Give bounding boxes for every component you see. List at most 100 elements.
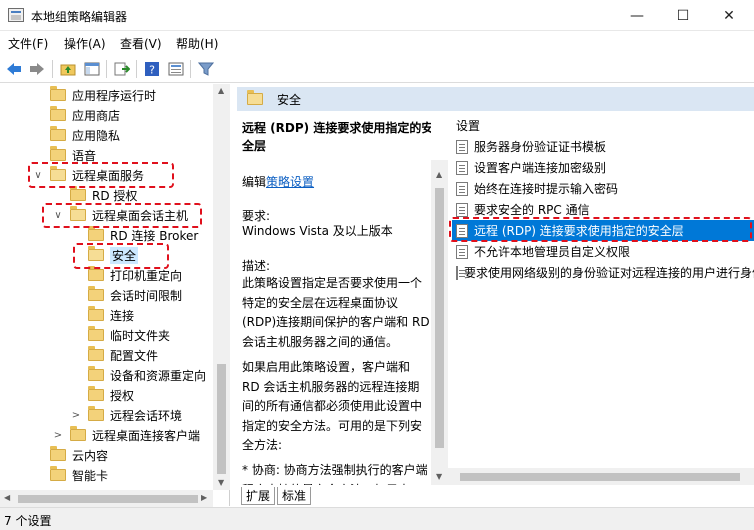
folder-icon: [88, 286, 104, 301]
edit-policy-link[interactable]: 策略设置: [266, 175, 314, 189]
collapse-chevron-icon[interactable]: ∨: [52, 210, 64, 221]
scroll-right-icon[interactable]: ▶: [201, 493, 207, 502]
tree-item-licensing[interactable]: 授权: [88, 385, 134, 405]
scroll-thumb[interactable]: [217, 364, 226, 474]
description-text-3: * 协商: 协商方法强制执行的客户端程序支持的最安全方法。如果支: [242, 463, 428, 485]
tree-item-rd-connection-client[interactable]: > 远程桌面连接客户端: [52, 425, 200, 445]
tree-item-security[interactable]: 安全: [88, 245, 139, 265]
tree-pane: 应用程序运行时 应用商店 应用隐私 语音 ∨ 远程桌面服务 RD 授权 ∨ 远程桌面…: [0, 84, 230, 506]
policy-editor-app-icon: [8, 8, 24, 22]
title-bar: 本地组策略编辑器 — ☐ ✕: [0, 0, 754, 31]
folder-icon: [88, 406, 104, 421]
help-button[interactable]: ?: [142, 59, 162, 79]
scroll-thumb[interactable]: [18, 495, 198, 503]
forward-icon: [30, 63, 44, 75]
policy-setting-icon: [456, 265, 465, 280]
scroll-thumb[interactable]: [460, 473, 740, 481]
folder-open-icon: [88, 246, 104, 261]
tree-item-smart-card[interactable]: 智能卡: [50, 465, 108, 485]
setting-row[interactable]: 要求使用网络级别的身份验证对远程连接的用户进行身份验证: [452, 262, 754, 283]
scroll-left-icon[interactable]: ◀: [4, 493, 10, 502]
setting-row[interactable]: 设置客户端连接加密级别: [452, 157, 754, 178]
policy-setting-icon: [456, 244, 468, 259]
folder-icon: [50, 146, 66, 161]
tree-item-speech[interactable]: 语音: [50, 145, 96, 165]
tree-item-app-privacy[interactable]: 应用隐私: [50, 125, 120, 145]
folder-icon: [88, 306, 104, 321]
scroll-down-icon[interactable]: ▼: [218, 478, 224, 487]
back-button[interactable]: [4, 59, 24, 79]
filter-icon: [198, 62, 214, 76]
requirements-value: Windows Vista 及以上版本: [242, 224, 393, 238]
view-tabs: 扩展 标准: [237, 485, 754, 506]
tab-extended[interactable]: 扩展: [241, 487, 276, 505]
scroll-thumb[interactable]: [435, 188, 444, 448]
tab-standard[interactable]: 标准: [277, 487, 312, 505]
tree-item-device-resource-redirection[interactable]: 设备和资源重定向: [88, 365, 206, 385]
menu-view[interactable]: 查看(V): [120, 35, 162, 52]
policy-title: 远程 (RDP) 连接要求使用指定的安全层: [242, 121, 431, 153]
collapse-chevron-icon[interactable]: ∨: [32, 170, 44, 181]
tree-item-session-time-limits[interactable]: 会话时间限制: [88, 285, 182, 305]
tree-item-rd-licensing[interactable]: RD 授权: [70, 185, 137, 205]
window-title: 本地组策略编辑器: [31, 10, 128, 24]
up-folder-button[interactable]: [58, 59, 78, 79]
svg-text:?: ?: [149, 64, 155, 77]
minimize-icon: —: [630, 7, 644, 24]
tree-item-app-runtime[interactable]: 应用程序运行时: [50, 85, 156, 105]
forward-button[interactable]: [27, 59, 47, 79]
tree-vertical-scrollbar[interactable]: ▲ ▼: [213, 84, 230, 490]
folder-open-icon: [50, 166, 66, 181]
settings-horizontal-scrollbar[interactable]: [448, 468, 754, 485]
properties-button[interactable]: [166, 59, 186, 79]
tree-item-rd-connection-broker[interactable]: RD 连接 Broker: [88, 225, 198, 245]
settings-pane: 设置 服务器身份验证证书模板 设置客户端连接加密级别 始终在连接时提示输入密码 …: [448, 111, 754, 490]
scroll-down-icon[interactable]: ▼: [436, 472, 442, 481]
up-folder-icon: [60, 64, 76, 76]
expand-chevron-icon[interactable]: >: [70, 410, 82, 421]
status-text: 7 个设置: [4, 514, 52, 528]
tree-item-app-store[interactable]: 应用商店: [50, 105, 120, 125]
maximize-button[interactable]: ☐: [660, 0, 706, 31]
setting-row[interactable]: 不允许本地管理员自定义权限: [452, 241, 754, 262]
expand-chevron-icon[interactable]: >: [52, 430, 64, 441]
description-text: 此策略设置指定是否要求使用一个特定的安全层在远程桌面协议(RDP)连接期间保护的…: [242, 276, 430, 349]
tree-item-remote-desktop-services[interactable]: ∨ 远程桌面服务: [32, 165, 144, 185]
tree-item-connections[interactable]: 连接: [88, 305, 134, 325]
menu-help[interactable]: 帮助(H): [176, 35, 218, 52]
scroll-up-icon[interactable]: ▲: [218, 86, 224, 95]
properties-icon: [168, 62, 184, 76]
menu-action[interactable]: 操作(A): [64, 35, 106, 52]
settings-column-header[interactable]: 设置: [456, 117, 480, 134]
tree-item-printer-redirection[interactable]: 打印机重定向: [88, 265, 182, 285]
scroll-up-icon[interactable]: ▲: [436, 170, 442, 179]
setting-row[interactable]: 服务器身份验证证书模板: [452, 136, 754, 157]
folder-icon: [88, 266, 104, 281]
filter-button[interactable]: [196, 59, 216, 79]
minimize-button[interactable]: —: [614, 0, 660, 31]
tree-item-temp-folders[interactable]: 临时文件夹: [88, 325, 170, 345]
menu-file[interactable]: 文件(F): [8, 35, 48, 52]
setting-row[interactable]: 要求安全的 RPC 通信: [452, 199, 754, 220]
description-vertical-scrollbar[interactable]: ▲ ▼: [431, 160, 448, 485]
close-button[interactable]: ✕: [706, 0, 752, 31]
tree-horizontal-scrollbar[interactable]: ◀ ▶: [0, 490, 213, 507]
setting-row-selected[interactable]: 远程 (RDP) 连接要求使用指定的安全层: [452, 220, 754, 241]
toolbar: ?: [0, 54, 754, 83]
folder-open-icon: [70, 206, 86, 221]
tree-item-cloud-content[interactable]: 云内容: [50, 445, 108, 465]
show-hide-tree-icon: [84, 62, 100, 76]
folder-icon: [88, 346, 104, 361]
tree-item-rd-session-host[interactable]: ∨ 远程桌面会话主机: [52, 205, 188, 225]
tree-item-remote-session-environment[interactable]: > 远程会话环境: [70, 405, 182, 425]
show-hide-tree-button[interactable]: [82, 59, 102, 79]
setting-row[interactable]: 始终在连接时提示输入密码: [452, 178, 754, 199]
folder-icon: [50, 466, 66, 481]
description-pane: 远程 (RDP) 连接要求使用指定的安全层 编辑策略设置 要求: Windows…: [237, 111, 431, 485]
maximize-icon: ☐: [676, 7, 690, 24]
export-list-button[interactable]: [112, 59, 132, 79]
policy-setting-icon: [456, 181, 468, 196]
detail-header-title: 安全: [277, 92, 302, 107]
edit-prefix: 编辑: [242, 175, 267, 189]
tree-item-profiles[interactable]: 配置文件: [88, 345, 158, 365]
